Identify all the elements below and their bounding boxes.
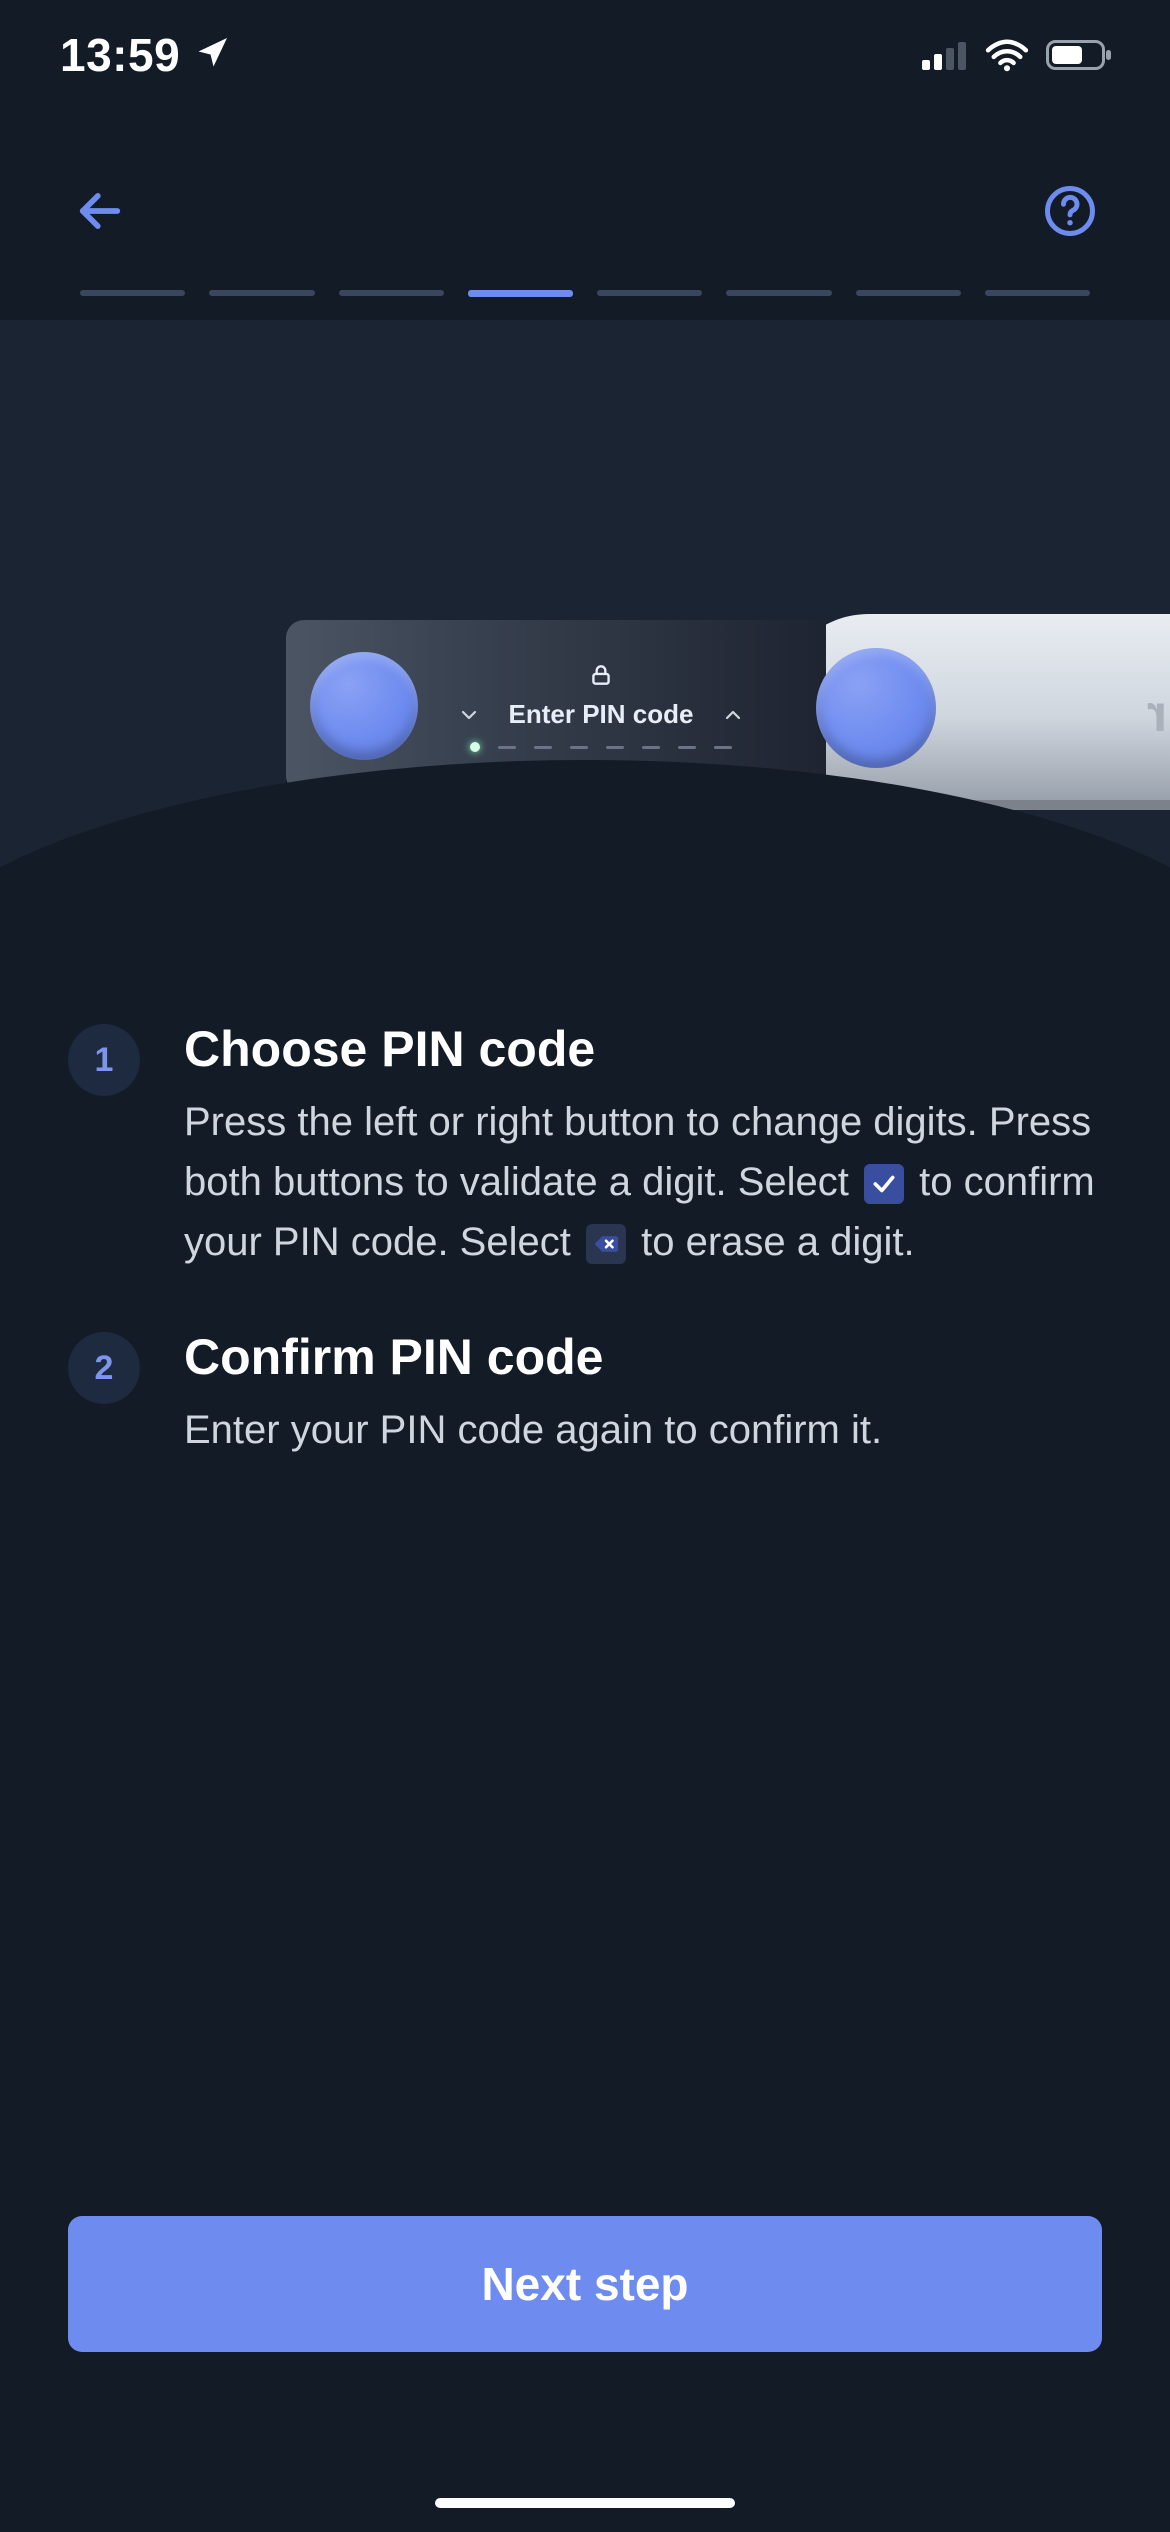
nav-row xyxy=(0,166,1170,258)
device-left-button xyxy=(310,652,418,760)
next-step-button[interactable]: Next step xyxy=(68,2216,1102,2352)
step-number: 1 xyxy=(68,1024,140,1096)
ledger-device: ger Enter PIN code xyxy=(286,620,1170,810)
chevron-down-icon xyxy=(457,703,481,727)
backspace-icon xyxy=(586,1224,626,1264)
progress-bar xyxy=(80,290,1090,297)
chevron-up-icon xyxy=(721,703,745,727)
device-screen: Enter PIN code xyxy=(436,644,766,770)
step-body: Confirm PIN code Enter your PIN code aga… xyxy=(184,1328,882,1460)
hero-illustration: ger Enter PIN code xyxy=(0,320,1170,880)
status-left: 13:59 xyxy=(60,28,230,82)
step-desc-part: to erase a digit. xyxy=(641,1220,915,1264)
status-bar: 13:59 xyxy=(0,0,1170,110)
status-time: 13:59 xyxy=(60,28,180,82)
help-button[interactable] xyxy=(1034,176,1106,248)
step-description: Enter your PIN code again to confirm it. xyxy=(184,1400,882,1460)
progress-seg xyxy=(726,290,831,296)
location-icon xyxy=(194,28,230,82)
progress-seg xyxy=(597,290,702,296)
progress-seg xyxy=(209,290,314,296)
wifi-icon xyxy=(984,38,1030,72)
step-title: Choose PIN code xyxy=(184,1020,1102,1078)
progress-seg xyxy=(856,290,961,296)
arrow-left-icon xyxy=(74,185,126,240)
device-screen-title: Enter PIN code xyxy=(509,699,694,730)
progress-seg-active xyxy=(468,290,573,297)
next-step-label: Next step xyxy=(481,2257,688,2311)
instruction-step: 1 Choose PIN code Press the left or righ… xyxy=(68,1020,1102,1272)
status-right xyxy=(922,38,1112,72)
instruction-step: 2 Confirm PIN code Enter your PIN code a… xyxy=(68,1328,1102,1460)
home-indicator xyxy=(435,2498,735,2508)
cellular-icon xyxy=(922,40,968,70)
step-title: Confirm PIN code xyxy=(184,1328,882,1386)
device-right-button xyxy=(816,648,936,768)
step-number: 2 xyxy=(68,1332,140,1404)
instruction-list: 1 Choose PIN code Press the left or righ… xyxy=(68,1020,1102,1460)
battery-icon xyxy=(1046,40,1112,70)
lock-icon xyxy=(588,662,614,693)
brand-hint: ger xyxy=(1146,684,1170,744)
back-button[interactable] xyxy=(64,176,136,248)
help-icon xyxy=(1043,184,1097,241)
step-description: Press the left or right button to change… xyxy=(184,1092,1102,1272)
step-body: Choose PIN code Press the left or right … xyxy=(184,1020,1102,1272)
progress-seg xyxy=(339,290,444,296)
check-icon xyxy=(864,1164,904,1204)
pin-dots xyxy=(470,742,732,752)
progress-seg xyxy=(985,290,1090,296)
progress-seg xyxy=(80,290,185,296)
